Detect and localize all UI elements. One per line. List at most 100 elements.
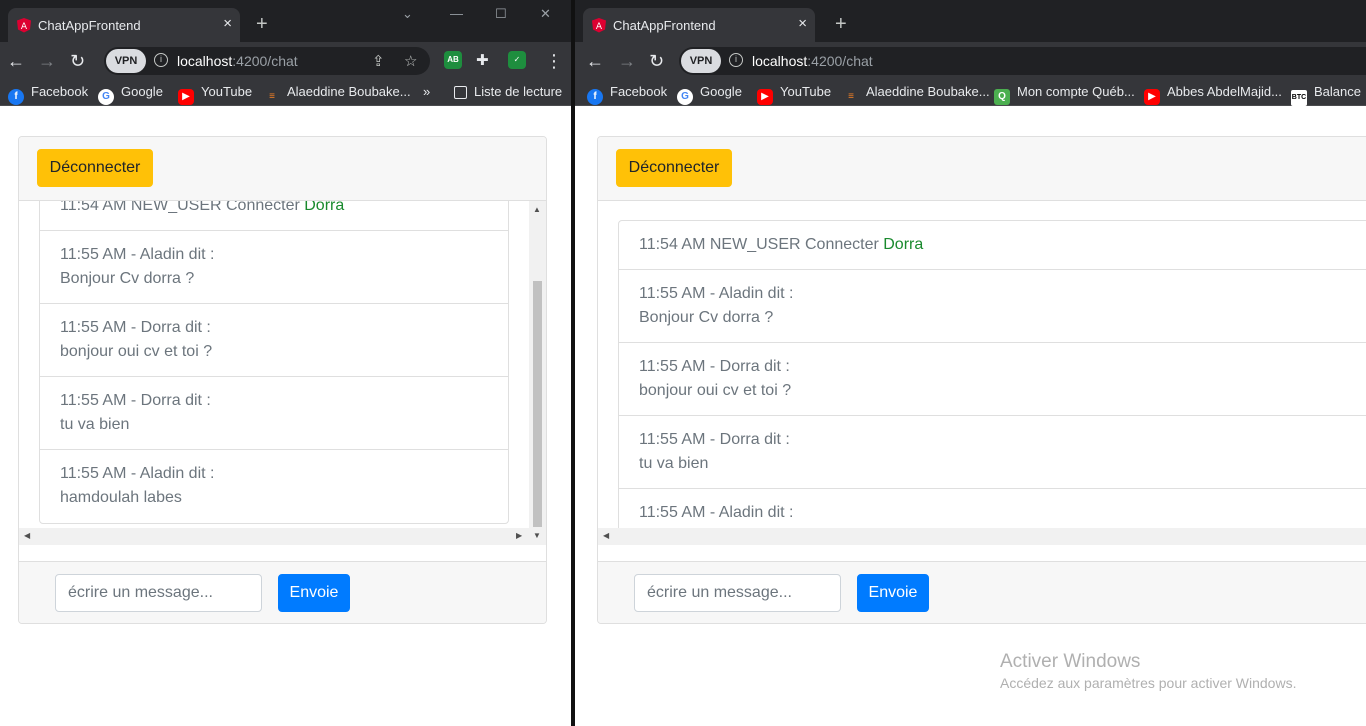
list-item: 11:55 AM - Dorra dit : tu va bien bbox=[619, 416, 1366, 489]
reload-icon[interactable]: ↻ bbox=[70, 51, 85, 71]
scroll-left-icon[interactable]: ◀ bbox=[603, 531, 609, 540]
list-item: 11:55 AM - Aladin dit :hamdoulah labes bbox=[60, 465, 215, 506]
card-footer: Envoie bbox=[19, 561, 546, 623]
windows-activation-watermark: Activer Windows Accédez aux paramètres p… bbox=[1000, 651, 1296, 691]
scroll-down-icon[interactable]: ▼ bbox=[533, 531, 541, 540]
info-icon[interactable]: i bbox=[729, 53, 743, 67]
new-tab-button[interactable]: + bbox=[835, 14, 847, 34]
chevron-down-icon[interactable]: ⌄ bbox=[402, 6, 413, 22]
puzzle-extensions-icon[interactable]: ✚ bbox=[476, 51, 489, 71]
more-bookmarks-icon[interactable]: » bbox=[423, 84, 430, 99]
bookmarks-bar: f Facebook G Google ▶ YouTube ≡ Alaeddine Bo… bbox=[0, 80, 571, 106]
list-item: 11:55 AM - Dorra dit : tu va bien bbox=[40, 377, 508, 450]
list-item-system: 11:54 AM NEW_USER Connecter Dorra bbox=[619, 221, 1366, 270]
vpn-badge[interactable]: VPN bbox=[681, 49, 721, 73]
tab-bar: A ChatAppFrontend × + ⌄ — ☐ ✕ bbox=[0, 0, 571, 42]
browser-window-right: A ChatAppFrontend × + ← → ↻ VPN i localh… bbox=[575, 0, 1366, 726]
user-name: Dorra bbox=[883, 236, 924, 253]
bookmark-alaeddine[interactable]: ≡ Alaeddine Boubake... bbox=[264, 84, 411, 105]
message-input[interactable] bbox=[634, 574, 841, 612]
scroll-left-icon[interactable]: ◀ bbox=[24, 531, 30, 540]
list-item-system: 11:54 AM NEW_USER Connecter Dorra bbox=[40, 201, 508, 231]
watermark-subtitle: Accédez aux paramètres pour activer Wind… bbox=[1000, 675, 1297, 691]
vpn-badge[interactable]: VPN bbox=[106, 49, 146, 73]
chat-card: Déconnecter 11:54 AM NEW_USER Connecter … bbox=[18, 136, 547, 624]
user-name: Dorra bbox=[304, 201, 345, 214]
bookmark-google[interactable]: G Google bbox=[677, 84, 742, 105]
logout-button[interactable]: Déconnecter bbox=[37, 149, 153, 187]
bookmark-abbes[interactable]: ▶ Abbes AbdelMajid... bbox=[1144, 84, 1282, 105]
facebook-icon: f bbox=[587, 89, 603, 105]
url-text[interactable]: localhost:4200/chat bbox=[177, 53, 298, 69]
svg-text:A: A bbox=[596, 22, 603, 32]
info-icon[interactable]: i bbox=[154, 53, 168, 67]
back-icon[interactable]: ← bbox=[7, 51, 25, 71]
stackoverflow-icon: ≡ bbox=[848, 91, 854, 102]
bookmark-facebook[interactable]: f Facebook bbox=[8, 84, 88, 105]
close-window-icon[interactable]: ✕ bbox=[540, 6, 551, 22]
chat-card: Déconnecter 11:54 AM NEW_USER Connecter … bbox=[597, 136, 1366, 624]
messages-scroll-area[interactable]: 11:54 AM NEW_USER Connecter Dorra 11:55 … bbox=[19, 201, 546, 545]
message-input[interactable] bbox=[55, 574, 262, 612]
tab-bar: A ChatAppFrontend × + bbox=[575, 0, 1366, 42]
bookmark-facebook[interactable]: f Facebook bbox=[587, 84, 667, 105]
youtube-icon: ▶ bbox=[178, 89, 194, 105]
minimize-icon[interactable]: — bbox=[450, 6, 463, 21]
card-header: Déconnecter bbox=[19, 137, 546, 201]
send-button[interactable]: Envoie bbox=[278, 574, 350, 612]
bookmark-google[interactable]: G Google bbox=[98, 84, 163, 105]
card-footer: Envoie bbox=[598, 561, 1366, 623]
new-tab-button[interactable]: + bbox=[256, 14, 268, 34]
chat-page: Déconnecter 11:54 AM NEW_USER Connecter … bbox=[0, 107, 571, 726]
scroll-thumb[interactable] bbox=[533, 281, 542, 527]
list-item: 11:55 AM - Aladin dit : Bonjour Cv dorra … bbox=[619, 270, 1366, 343]
logout-button[interactable]: Déconnecter bbox=[616, 149, 732, 187]
bookmark-alaeddine[interactable]: ≡ Alaeddine Boubake... bbox=[843, 84, 990, 105]
scroll-up-icon[interactable]: ▲ bbox=[533, 205, 541, 214]
maximize-icon[interactable]: ☐ bbox=[495, 6, 507, 22]
browser-window-left: A ChatAppFrontend × + ⌄ — ☐ ✕ ← → ↻ VPN … bbox=[0, 0, 571, 726]
bookmark-youtube[interactable]: ▶ YouTube bbox=[178, 84, 252, 105]
close-tab-icon[interactable]: × bbox=[223, 16, 232, 32]
close-tab-icon[interactable]: × bbox=[798, 16, 807, 32]
tab-title: ChatAppFrontend bbox=[38, 18, 141, 33]
share-icon[interactable]: ⇪ bbox=[372, 52, 385, 70]
menu-dots-icon[interactable]: ⋮ bbox=[545, 51, 563, 71]
watermark-title: Activer Windows bbox=[1000, 651, 1141, 672]
back-icon[interactable]: ← bbox=[586, 51, 604, 71]
btc-icon: BTC bbox=[1291, 90, 1307, 106]
horizontal-scrollbar[interactable]: ◀ ▶ bbox=[19, 528, 531, 545]
list-item: 11:55 AM - Dorra dit : bonjour oui cv et … bbox=[40, 304, 508, 377]
browser-toolbar: ← → ↻ VPN i localhost:4200/chat ⇪ ☆ AB ✚… bbox=[0, 42, 571, 80]
quebec-icon: Q bbox=[994, 89, 1010, 105]
bookmark-balance[interactable]: BTC Balance bbox=[1291, 84, 1361, 106]
adblock-extension-icon[interactable]: AB bbox=[444, 51, 462, 69]
message-list: 11:54 AM NEW_USER Connecter Dorra 11:55 … bbox=[39, 201, 509, 524]
youtube-icon: ▶ bbox=[757, 89, 773, 105]
reading-list[interactable]: Liste de lecture bbox=[454, 84, 562, 99]
forward-icon[interactable]: → bbox=[38, 51, 56, 71]
bookmark-youtube[interactable]: ▶ YouTube bbox=[757, 84, 831, 105]
address-bar[interactable]: VPN i localhost:4200/chat bbox=[679, 47, 1366, 75]
tab-title: ChatAppFrontend bbox=[613, 18, 716, 33]
browser-tab[interactable]: A ChatAppFrontend × bbox=[8, 8, 240, 42]
vertical-scrollbar[interactable]: ▲ ▼ bbox=[529, 201, 546, 545]
browser-tab[interactable]: A ChatAppFrontend × bbox=[583, 8, 815, 42]
facebook-icon: f bbox=[8, 89, 24, 105]
shield-extension-icon[interactable]: ✓ bbox=[508, 51, 526, 69]
bookmarks-bar: f Facebook G Google ▶ YouTube ≡ Alaeddine Bo… bbox=[575, 80, 1366, 106]
bookmark-quebec[interactable]: Q Mon compte Québ... bbox=[994, 84, 1135, 105]
scroll-right-icon[interactable]: ▶ bbox=[516, 531, 522, 540]
browser-toolbar: ← → ↻ VPN i localhost:4200/chat bbox=[575, 42, 1366, 80]
horizontal-scrollbar[interactable]: ◀ bbox=[598, 528, 1366, 545]
star-icon[interactable]: ☆ bbox=[404, 52, 417, 70]
forward-icon[interactable]: → bbox=[618, 51, 636, 71]
reading-list-icon bbox=[454, 86, 467, 99]
address-bar[interactable]: VPN i localhost:4200/chat ⇪ ☆ bbox=[104, 47, 430, 75]
svg-text:A: A bbox=[21, 22, 28, 32]
send-button[interactable]: Envoie bbox=[857, 574, 929, 612]
youtube-icon: ▶ bbox=[1144, 89, 1160, 105]
url-text[interactable]: localhost:4200/chat bbox=[752, 53, 873, 69]
messages-scroll-area[interactable]: 11:54 AM NEW_USER Connecter Dorra 11:55 … bbox=[598, 201, 1366, 545]
reload-icon[interactable]: ↻ bbox=[649, 51, 664, 71]
